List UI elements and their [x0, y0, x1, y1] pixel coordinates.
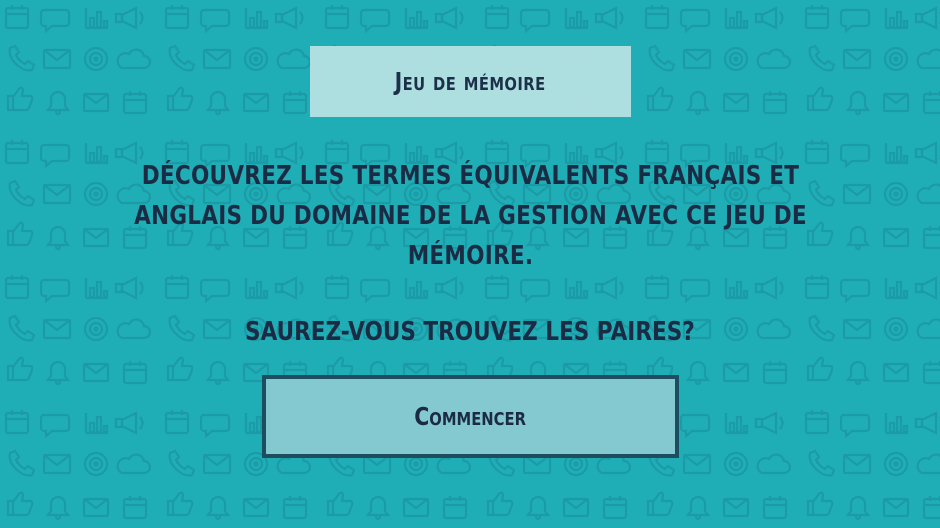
start-button-label: Commencer [414, 402, 527, 431]
game-description: Découvrez les termes équivalents françai… [90, 156, 850, 276]
game-question: Saurez-vous trouvez les paires? [90, 312, 850, 352]
question-text: Saurez-vous trouvez les paires? [245, 317, 695, 347]
description-text: Découvrez les termes équivalents françai… [134, 161, 807, 271]
start-button[interactable]: Commencer [262, 375, 679, 458]
title-panel: Jeu de mémoire [310, 46, 631, 117]
game-title: Jeu de mémoire [394, 67, 546, 96]
